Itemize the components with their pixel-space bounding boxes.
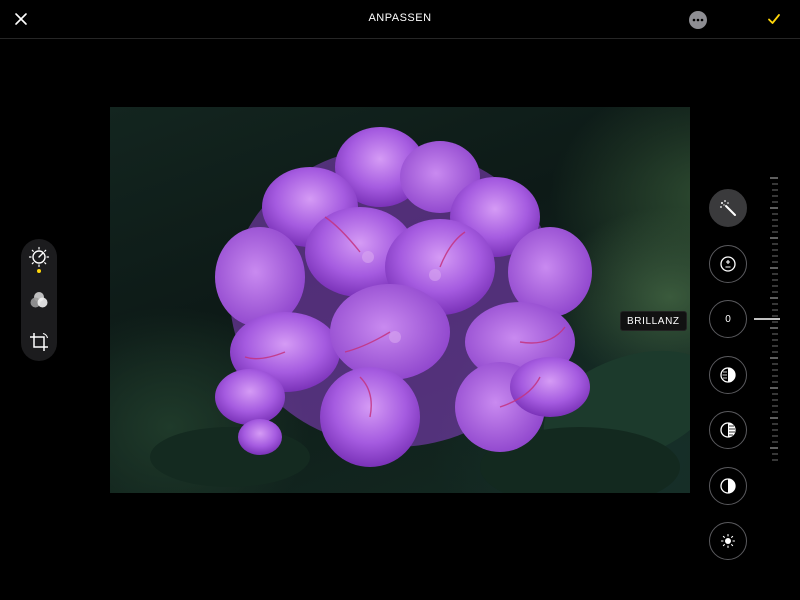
active-tool-indicator [37, 269, 41, 273]
magic-wand-icon [720, 200, 736, 216]
contrast-button[interactable] [709, 467, 747, 505]
more-icon [692, 18, 704, 22]
top-bar: ANPASSEN [0, 0, 800, 39]
exposure-icon [720, 256, 736, 272]
flower-image [150, 127, 690, 493]
highlights-icon [720, 367, 736, 383]
adjust-tool-button[interactable] [27, 245, 51, 269]
shadows-button[interactable] [709, 411, 747, 449]
auto-enhance-button[interactable] [709, 189, 747, 227]
contrast-icon [720, 478, 736, 494]
filters-tool-button[interactable] [27, 288, 51, 312]
highlights-button[interactable] [709, 356, 747, 394]
exposure-button[interactable] [709, 245, 747, 283]
brilliance-label: BRILLANZ [620, 311, 687, 331]
brilliance-button[interactable]: 0 [709, 300, 747, 338]
photo-preview[interactable] [110, 107, 690, 493]
crop-tool-button[interactable] [27, 330, 51, 354]
done-button[interactable] [764, 9, 784, 29]
page-title: ANPASSEN [368, 12, 432, 24]
brightness-button[interactable] [709, 522, 747, 560]
more-button[interactable] [689, 11, 707, 29]
shadows-icon [720, 422, 736, 438]
adjust-dial-icon [28, 246, 50, 268]
brightness-icon [720, 533, 736, 549]
adjustment-slider[interactable] [752, 176, 782, 464]
filters-icon [30, 292, 48, 308]
checkmark-icon [768, 14, 780, 24]
crop-rotate-icon [30, 332, 49, 351]
brilliance-value: 0 [725, 313, 731, 325]
tool-selector [21, 239, 57, 361]
